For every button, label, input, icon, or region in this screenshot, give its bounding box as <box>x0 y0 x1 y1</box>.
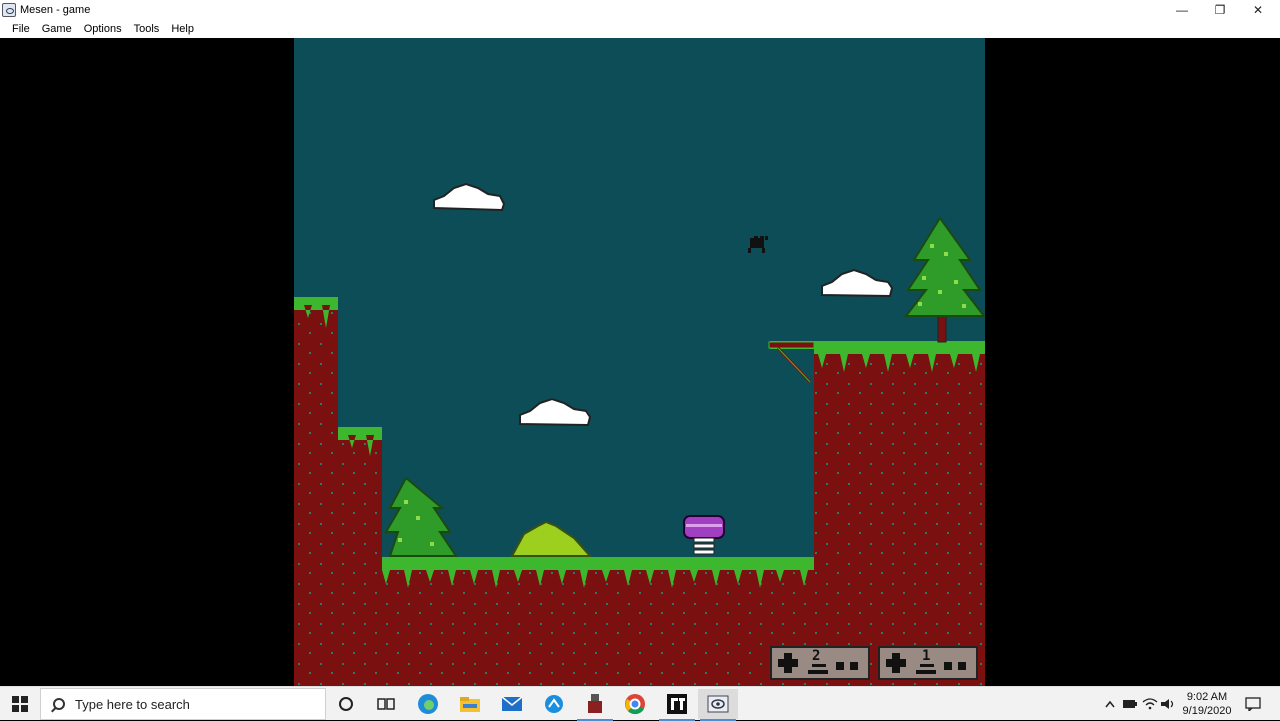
chrome-icon[interactable] <box>615 689 655 719</box>
search-icon <box>53 698 65 710</box>
left-cliff <box>294 298 338 686</box>
usb-app-icon[interactable] <box>575 689 615 721</box>
pine-tree-small <box>384 476 458 557</box>
clock-time: 9:02 AM <box>1186 691 1228 703</box>
restore-button[interactable]: ❐ <box>1200 0 1240 20</box>
wooden-ledge <box>768 341 815 384</box>
ft-app-icon[interactable] <box>657 689 697 721</box>
taskbar-search[interactable]: Type here to search <box>40 688 326 720</box>
clock-date: 9/19/2020 <box>1182 705 1232 717</box>
mail-icon[interactable] <box>492 689 532 719</box>
wifi-icon[interactable] <box>1140 687 1160 721</box>
battery-icon[interactable] <box>1120 687 1140 721</box>
window-title: Mesen - game <box>20 4 91 16</box>
controller-badge-1: 1 <box>878 646 978 680</box>
menu-options[interactable]: Options <box>78 23 128 35</box>
windows-icon <box>12 696 28 712</box>
window-title-bar: Mesen - game — ❐ ✕ <box>0 0 1280 20</box>
green-bush <box>510 520 593 557</box>
show-hidden-icons-chevron-icon[interactable] <box>1100 687 1120 721</box>
file-explorer-icon[interactable] <box>450 689 490 719</box>
start-button[interactable] <box>0 687 40 721</box>
taskbar-clock[interactable]: 9:02 AM 9/19/2020 <box>1176 690 1238 718</box>
controller-badge-2: 2 <box>770 646 870 680</box>
mesen-app-icon <box>2 3 16 17</box>
menu-bar: File Game Options Tools Help <box>0 20 1280 38</box>
controller-badge-1-number: 1 <box>922 648 931 664</box>
menu-file[interactable]: File <box>6 23 36 35</box>
menu-game[interactable]: Game <box>36 23 78 35</box>
game-screen[interactable]: 2 1 <box>294 38 985 686</box>
task-view-icon[interactable] <box>366 689 406 719</box>
search-placeholder: Type here to search <box>75 696 190 712</box>
close-button[interactable]: ✕ <box>1238 0 1278 20</box>
black-cat-player <box>748 236 768 253</box>
mesen-icon[interactable] <box>698 689 738 721</box>
right-cliff <box>814 343 985 686</box>
pine-tree-large <box>903 216 985 343</box>
edge-icon[interactable] <box>408 689 448 719</box>
controller-badge-2-number: 2 <box>812 648 821 664</box>
network-app-icon[interactable] <box>534 689 574 719</box>
ground <box>382 558 814 686</box>
left-step <box>338 428 382 686</box>
notifications-icon[interactable] <box>1242 687 1264 721</box>
volume-icon[interactable] <box>1158 687 1178 721</box>
game-scene <box>294 182 985 686</box>
menu-tools[interactable]: Tools <box>128 23 166 35</box>
minimize-button[interactable]: — <box>1162 0 1202 20</box>
taskbar: Type here to search 9:02 AM 9/19/2020 <box>0 686 1280 721</box>
purple-spring <box>683 515 725 555</box>
menu-help[interactable]: Help <box>165 23 200 35</box>
cortana-icon[interactable] <box>326 689 366 719</box>
